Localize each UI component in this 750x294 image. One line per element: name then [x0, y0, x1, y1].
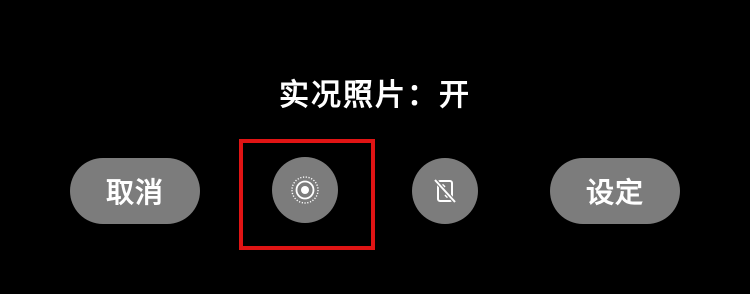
- flip-camera-button[interactable]: [412, 158, 478, 224]
- live-photo-icon: [290, 175, 320, 205]
- live-photo-status: 实况照片：开: [279, 78, 471, 113]
- cancel-button[interactable]: 取消: [70, 158, 200, 224]
- settings-button[interactable]: 设定: [550, 158, 680, 224]
- live-photo-button[interactable]: [272, 157, 338, 223]
- camera-flip-off-icon: [430, 176, 460, 206]
